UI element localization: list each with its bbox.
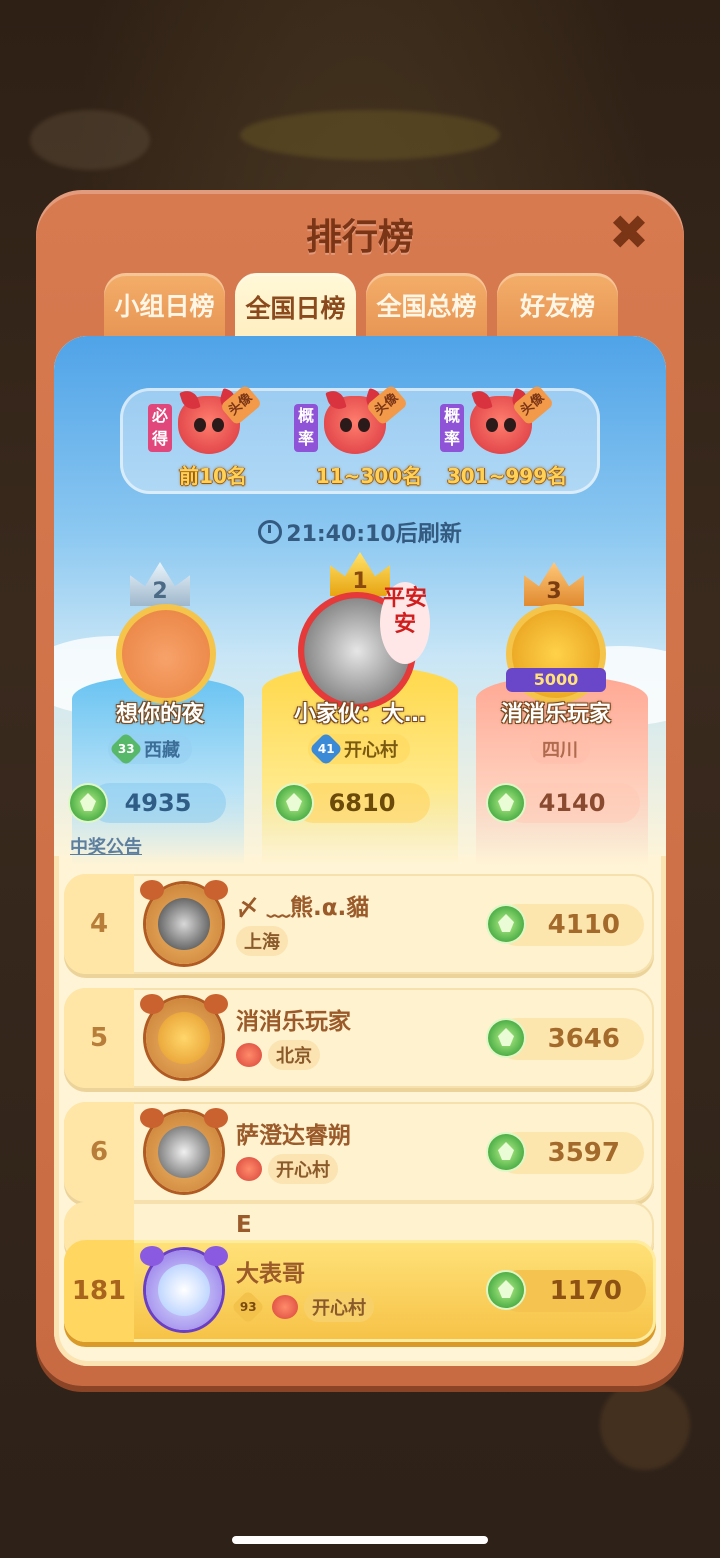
gem-icon	[276, 785, 312, 821]
region-chip: 北京	[268, 1040, 320, 1070]
ranking-row[interactable]: 6 萨澄达睿朔 开心村 3597	[64, 1102, 654, 1202]
reward-tag: 必得	[148, 404, 172, 452]
top3-region: 四川	[542, 740, 578, 761]
refresh-timer: 21:40:10后刷新	[54, 516, 666, 548]
gem-icon	[488, 906, 524, 942]
avatar-second[interactable]	[116, 604, 216, 704]
username: 萨澄达睿朔	[236, 1123, 351, 1149]
reward-11-300[interactable]: 概率 头像 11~300名	[294, 384, 434, 491]
top2-score-pill: 4935	[90, 783, 226, 823]
bear-badge-icon	[236, 1157, 262, 1181]
my-username: 大表哥	[236, 1261, 305, 1287]
background-decoration	[240, 110, 500, 160]
tab-national-total[interactable]: 全国总榜	[366, 273, 487, 337]
tab-national-daily[interactable]: 全国日榜	[235, 273, 356, 341]
bear-badge-icon	[236, 1043, 262, 1067]
top2-region: 西藏	[144, 740, 180, 761]
row-meta: 北京	[236, 1040, 320, 1070]
region-chip: 上海	[236, 926, 288, 956]
rank-number: 5	[64, 988, 134, 1088]
top2-name: 想你的夜	[115, 702, 204, 727]
bear-badge-icon	[272, 1295, 298, 1319]
top1-name: 小家伙：大…	[293, 702, 426, 727]
username: E	[236, 1212, 252, 1238]
top3-score: 4140	[538, 789, 606, 817]
gem-icon	[488, 1134, 524, 1170]
region-chip: 开心村	[304, 1292, 374, 1322]
reward-tag: 概率	[294, 404, 318, 452]
my-rank-number: 181	[64, 1240, 134, 1342]
top2-meta: 33 西藏	[108, 732, 192, 766]
leaderboard-content: 必得 头像 前10名 概率 头像 11~300名 概率 头像 301~999名 …	[54, 336, 666, 1366]
top1-score-pill: 6810	[294, 783, 430, 823]
reward-301-999[interactable]: 概率 头像 301~999名	[440, 384, 580, 491]
username: 消消乐玩家	[236, 1009, 351, 1035]
leaderboard-panel: 排行榜 ✖ 小组日榜 全国日榜 全国总榜 好友榜 必得 头像 前10名 概率 头…	[36, 190, 684, 1386]
close-icon[interactable]: ✖	[608, 209, 650, 257]
reward-range: 前10名	[179, 464, 247, 488]
my-avatar[interactable]	[140, 1246, 228, 1330]
top3-score-pill: 4140	[504, 783, 640, 823]
background-decoration	[30, 110, 150, 170]
rank-number: 4	[64, 874, 134, 974]
panel-title: 排行榜	[305, 217, 414, 258]
avatar[interactable]	[140, 1108, 228, 1192]
reward-preview[interactable]: 必得 头像 前10名 概率 头像 11~300名 概率 头像 301~999名	[120, 384, 600, 494]
level-badge-icon: 33	[109, 732, 143, 766]
my-row-meta: 93 开心村	[231, 1290, 374, 1324]
background-decoration	[600, 1380, 690, 1470]
ranking-row[interactable]: 5 消消乐玩家 北京 3646	[64, 988, 654, 1088]
gem-icon	[488, 1272, 524, 1308]
my-ranking-row[interactable]: 181 大表哥 93 开心村 1170	[64, 1240, 656, 1342]
username: 〆 ﹏熊.α.貓	[236, 895, 370, 921]
home-indicator[interactable]	[232, 1536, 488, 1544]
gem-icon	[488, 785, 524, 821]
gem-icon	[70, 785, 106, 821]
sticker-badge: 平安安	[380, 582, 430, 664]
avatar[interactable]	[140, 880, 228, 964]
gem-icon	[488, 1020, 524, 1056]
top3-meta: 四川	[530, 734, 590, 764]
tab-group-daily[interactable]: 小组日榜	[104, 273, 225, 337]
top1-meta: 41 开心村	[308, 732, 410, 766]
region-chip: 开心村	[268, 1154, 338, 1184]
reward-tag: 概率	[440, 404, 464, 452]
top2-score: 4935	[124, 789, 192, 817]
tab-bar: 小组日榜 全国日榜 全国总榜 好友榜	[104, 273, 624, 341]
top1-region: 开心村	[344, 740, 398, 761]
top1-score: 6810	[328, 789, 396, 817]
tab-friends[interactable]: 好友榜	[497, 273, 618, 337]
level-badge-icon: 93	[231, 1290, 265, 1324]
reward-range: 11~300名	[315, 464, 423, 488]
row-meta: 上海	[236, 926, 288, 956]
avatar[interactable]	[140, 994, 228, 1078]
top3-name: 消消乐玩家	[500, 702, 611, 727]
reward-top10[interactable]: 必得 头像 前10名	[148, 384, 288, 491]
level-badge-icon: 41	[309, 732, 343, 766]
reward-range: 301~999名	[446, 464, 568, 488]
rank-number: 6	[64, 1102, 134, 1202]
clock-icon	[258, 520, 283, 544]
ranking-row[interactable]: 4 〆 ﹏熊.α.貓 上海 4110	[64, 874, 654, 974]
refresh-text: 21:40:10后刷新	[286, 522, 462, 547]
frame-banner: 5000	[506, 668, 606, 692]
row-meta: 开心村	[236, 1154, 338, 1184]
winner-announcement-link[interactable]: 中奖公告	[70, 833, 142, 859]
